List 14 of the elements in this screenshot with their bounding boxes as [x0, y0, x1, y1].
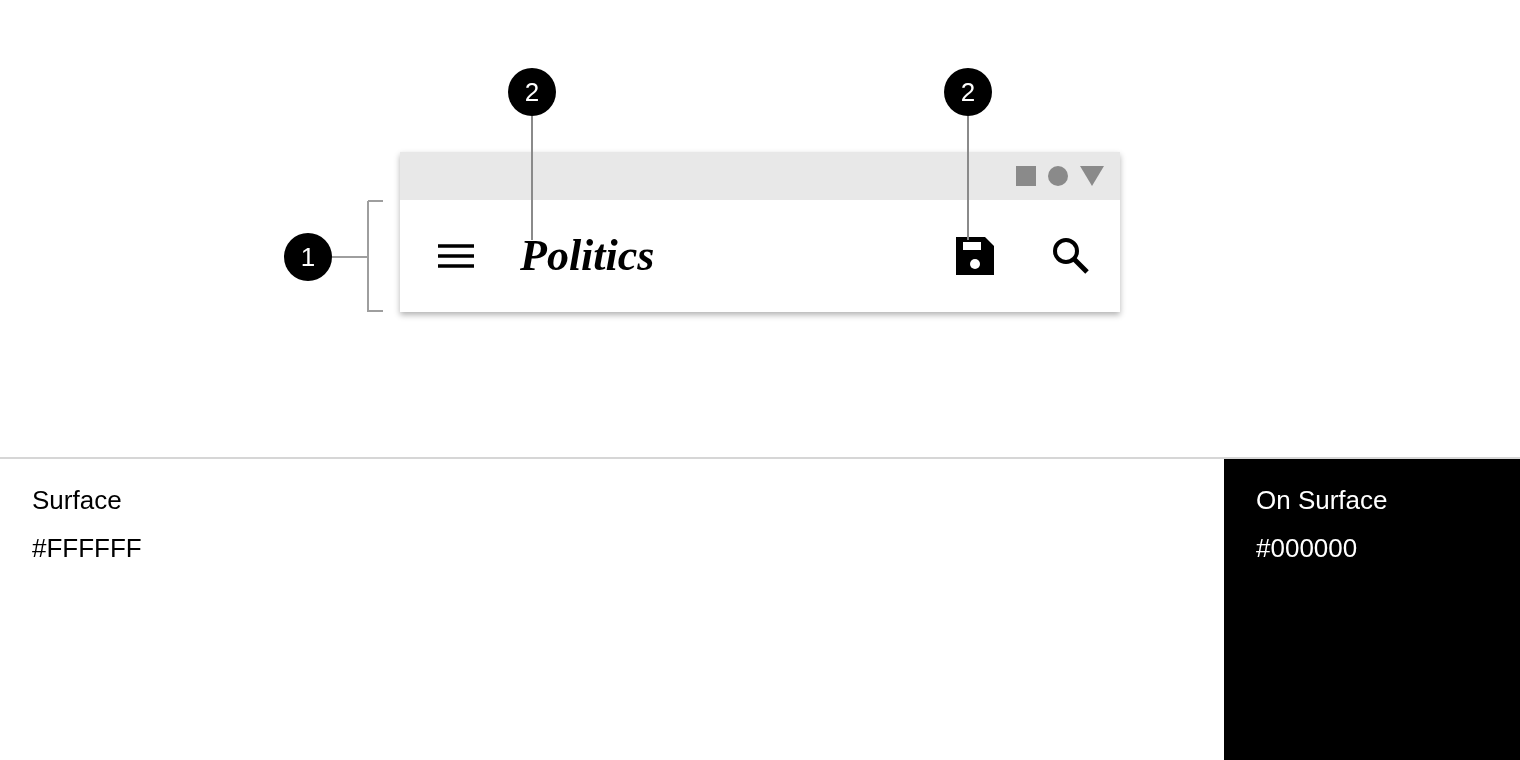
callout-marker: 2	[508, 68, 556, 116]
square-icon	[1016, 166, 1036, 186]
menu-icon[interactable]	[438, 244, 474, 268]
swatch-name: On Surface	[1256, 484, 1388, 517]
swatch-name: Surface	[32, 484, 122, 517]
triangle-icon	[1080, 166, 1104, 186]
callout-marker: 2	[944, 68, 992, 116]
swatch-hex: #FFFFFF	[32, 532, 142, 565]
app-bar-title: Politics	[520, 234, 655, 278]
swatch-hex: #000000	[1256, 532, 1358, 565]
search-icon[interactable]	[1052, 237, 1090, 275]
callout-marker: 1	[284, 233, 332, 281]
circle-icon	[1048, 166, 1068, 186]
save-icon[interactable]	[956, 237, 994, 275]
